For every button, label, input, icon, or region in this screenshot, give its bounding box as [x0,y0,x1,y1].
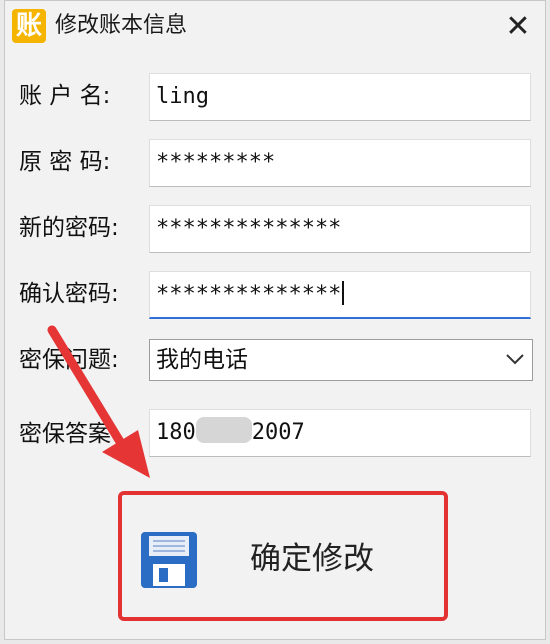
security-question-value: 我的电话 [156,347,248,373]
confirm-button[interactable]: 确定修改 [118,491,448,621]
title-bar: 账 修改账本信息 ✕ [5,1,545,53]
dialog-title: 修改账本信息 [55,13,188,38]
account-name-input[interactable]: ling [149,73,531,121]
account-name-label: 账 户 名: [19,83,111,109]
security-answer-input[interactable]: 180 2007 [149,409,531,457]
new-password-label: 新的密码: [19,215,119,241]
confirm-password-input[interactable]: ************** [149,271,531,319]
chevron-down-icon [506,354,524,365]
redaction-blur [195,417,252,443]
confirm-password-label: 确认密码: [19,281,119,307]
security-question-select[interactable]: 我的电话 [149,339,533,381]
edit-account-dialog: 账 修改账本信息 ✕ 账 户 名: ling 原 密 码: ********* … [4,0,546,640]
security-question-label: 密保问题: [19,347,119,373]
answer-value-start: 180 [156,420,196,445]
security-answer-label: 密保答案 [19,421,111,447]
close-icon[interactable]: ✕ [497,9,539,45]
confirm-button-label: 确定修改 [250,541,374,577]
answer-value-end: 2007 [251,420,305,445]
text-caret [342,281,345,305]
confirm-password-value: ************** [156,282,342,307]
ledger-app-icon: 账 [12,9,46,43]
new-password-input[interactable]: ************** [149,205,531,253]
old-password-label: 原 密 码: [19,149,111,175]
old-password-input[interactable]: ********* [149,139,531,187]
floppy-disk-icon [141,532,197,588]
